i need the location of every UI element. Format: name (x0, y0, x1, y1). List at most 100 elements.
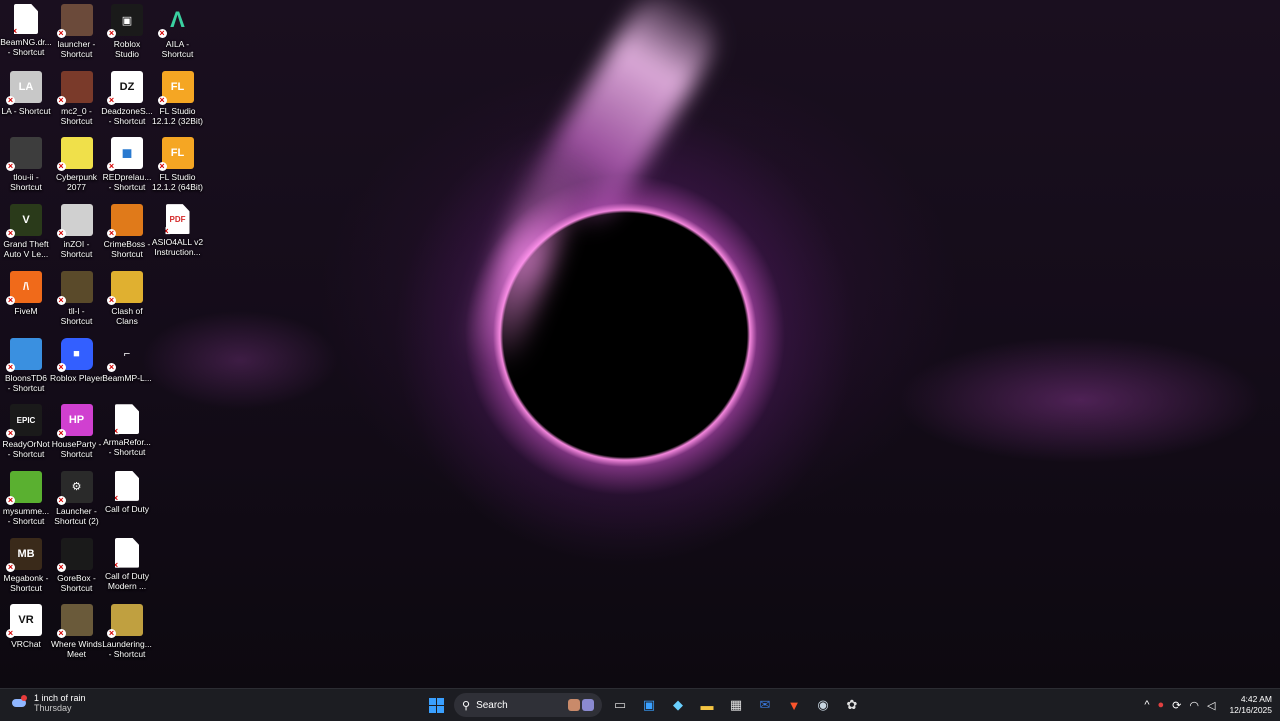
desktop-icon[interactable]: DZ × DeadzoneS... - Shortcut (101, 69, 153, 133)
widgets-button[interactable]: ▣ (637, 693, 661, 717)
sync-icon[interactable]: ⟳ (1172, 699, 1181, 712)
microsoft-store-icon: ▦ (729, 697, 743, 712)
steam-icon: ⚙ × (56, 470, 93, 505)
desktop-icon[interactable]: ■ × Roblox Player (50, 336, 103, 400)
document-icon: × (14, 4, 38, 34)
desktop-icon[interactable]: ■ × REDprelau... - Shortcut (101, 135, 153, 199)
roblox-studio-icon: ▣ × (107, 4, 143, 38)
wallpaper-flare-secondary (463, 148, 587, 372)
la-icon: LA × (6, 70, 42, 105)
desktop-icon[interactable]: × CrimeBoss - Shortcut (101, 202, 153, 266)
desktop-icon[interactable]: PDF × ASIO4ALL v2 Instruction... (152, 202, 204, 266)
desktop-icon[interactable]: × BeamNG.dr... - Shortcut (0, 2, 52, 66)
shortcut-error-badge-icon: × (6, 628, 15, 639)
search-highlight-icon (568, 699, 594, 711)
steam-button[interactable]: ◉ (811, 693, 835, 717)
task-view-button[interactable]: ▭ (608, 693, 632, 717)
show-hidden-icons-chevron[interactable]: ^ (1144, 699, 1149, 711)
file-explorer-button[interactable]: ▬ (695, 693, 719, 717)
desktop-icon[interactable]: × Laundering... - Shortcut (101, 602, 153, 666)
shortcut-error-badge-icon: × (107, 628, 116, 639)
desktop-wallpaper: × BeamNG.dr... - Shortcut × launcher - Shor… (0, 0, 1280, 688)
desktop-icon[interactable]: × Call of Duty (101, 469, 153, 533)
desktop-icon[interactable]: ▣ × Roblox Studio (101, 2, 153, 66)
outlook-button[interactable]: ✉ (753, 693, 777, 717)
taskbar-search[interactable]: ⚲ Search (454, 693, 602, 717)
laundering-icon: × (107, 604, 143, 639)
shortcut-error-badge-icon: × (107, 94, 116, 105)
fl-studio-icon: FL × (157, 137, 194, 172)
tray-app-icon[interactable]: ● (1158, 699, 1165, 711)
desktop-icon[interactable]: MB × Megabonk - Shortcut (0, 536, 52, 600)
mysummercar-icon: × (6, 470, 42, 505)
desktop-icon[interactable]: HP × HouseParty - Shortcut (51, 402, 103, 466)
brave-browser-button[interactable]: ▼ (782, 693, 806, 717)
desktop-icon[interactable]: /\ × FiveM (0, 269, 52, 333)
weather-widget[interactable]: 1 inch of rain Thursday (10, 693, 86, 713)
shortcut-error-badge-icon: × (56, 94, 66, 105)
desktop-icon[interactable]: Λ × AILA - Shortcut (152, 2, 204, 66)
desktop-icon[interactable]: FL × FL Studio 12.1.2 (32Bit) (152, 69, 204, 133)
weather-condition: 1 inch of rain (34, 693, 86, 703)
desktop-icon[interactable]: LA × LA - Shortcut (0, 69, 52, 133)
desktop-icon-label: AILA - Shortcut (161, 39, 194, 59)
desktop-icon[interactable]: × launcher - Shortcut (51, 2, 103, 66)
shortcut-error-badge-icon: × (6, 294, 15, 305)
clock-time: 4:42 AM (1240, 694, 1272, 704)
desktop-icon[interactable]: × BloonsTD6 - Shortcut (0, 336, 52, 400)
weather-rain-icon (10, 694, 28, 712)
desktop-icon[interactable]: × inZOI - Shortcut (51, 202, 103, 266)
mc2-icon: × (56, 70, 93, 105)
desktop-icon[interactable]: V × Grand Theft Auto V Le... (0, 202, 52, 266)
shortcut-error-badge-icon: × (6, 494, 15, 505)
volume-icon[interactable]: ◁ (1207, 699, 1215, 712)
desktop-icon[interactable]: × mc2_0 - Shortcut (51, 69, 103, 133)
shortcut-error-badge-icon: × (6, 94, 15, 105)
clock-date: 12/16/2025 (1229, 705, 1272, 715)
shortcut-error-badge-icon: × (11, 26, 19, 36)
desktop-icon-label: Call of Duty (105, 503, 149, 514)
desktop-icon[interactable]: × Where Winds Meet (51, 602, 103, 666)
where-winds-meet-icon: × (56, 604, 93, 639)
desktop-icon[interactable]: × GoreBox - Shortcut (51, 536, 103, 600)
chatgpt-icon: ✿ (846, 697, 858, 712)
desktop-icon-label: ArmaRefor... - Shortcut (103, 437, 151, 458)
outlook-icon: ✉ (759, 697, 771, 712)
desktop-icon[interactable]: ⌐ × BeamMP-L... (101, 336, 153, 400)
chatgpt-button[interactable]: ✿ (840, 693, 864, 717)
wifi-icon[interactable]: ◠ (1189, 699, 1199, 712)
desktop-icon[interactable]: × ArmaRefor... - Shortcut (101, 402, 153, 466)
desktop-icon[interactable]: × mysumme... - Shortcut (0, 469, 52, 533)
desktop-icon[interactable]: EPIC × ReadyOrNot - Shortcut (0, 402, 52, 466)
clock[interactable]: 4:42 AM 12/16/2025 (1229, 694, 1272, 716)
cyberpunk-icon: × (56, 137, 93, 172)
copilot-button[interactable]: ◆ (666, 693, 690, 717)
beammp-icon: ⌐ × (107, 347, 131, 372)
desktop-icon[interactable]: FL × FL Studio 12.1.2 (64Bit) (152, 135, 204, 199)
microsoft-store-button[interactable]: ▦ (724, 693, 748, 717)
shortcut-error-badge-icon: × (56, 361, 66, 372)
inzoi-icon: × (56, 204, 93, 239)
shortcut-error-badge-icon: × (56, 28, 66, 38)
start-button[interactable] (424, 693, 448, 717)
shortcut-error-badge-icon: × (107, 161, 116, 172)
shortcut-error-badge-icon: × (6, 228, 15, 239)
vrchat-icon: VR × (6, 604, 42, 639)
desktop-icon[interactable]: × tll-l - Shortcut (51, 269, 103, 333)
shortcut-error-badge-icon: × (6, 428, 15, 439)
desktop-icon[interactable]: × Call of Duty Modern ... (101, 536, 153, 600)
desktop-icon[interactable]: × Cyberpunk 2077 (51, 135, 103, 199)
desktop-icon[interactable]: VR × VRChat (0, 602, 52, 666)
shortcut-error-badge-icon: × (6, 361, 15, 372)
desktop-icon[interactable]: ⚙ × Launcher - Shortcut (2) (51, 469, 103, 533)
megabonk-icon: MB × (6, 537, 42, 572)
brave-browser-icon: ▼ (787, 697, 801, 713)
desktop-icon-label: ASIO4ALL v2 Instruction... (151, 237, 204, 258)
shortcut-error-badge-icon: × (157, 161, 167, 172)
shortcut-error-badge-icon: × (112, 492, 120, 503)
document-icon: × (115, 404, 139, 435)
desktop-icon[interactable]: × Clash of Clans (101, 269, 153, 333)
shortcut-error-badge-icon: × (56, 494, 66, 505)
shortcut-error-badge-icon: × (56, 428, 66, 439)
desktop-icon[interactable]: × tlou-ii - Shortcut (0, 135, 52, 199)
